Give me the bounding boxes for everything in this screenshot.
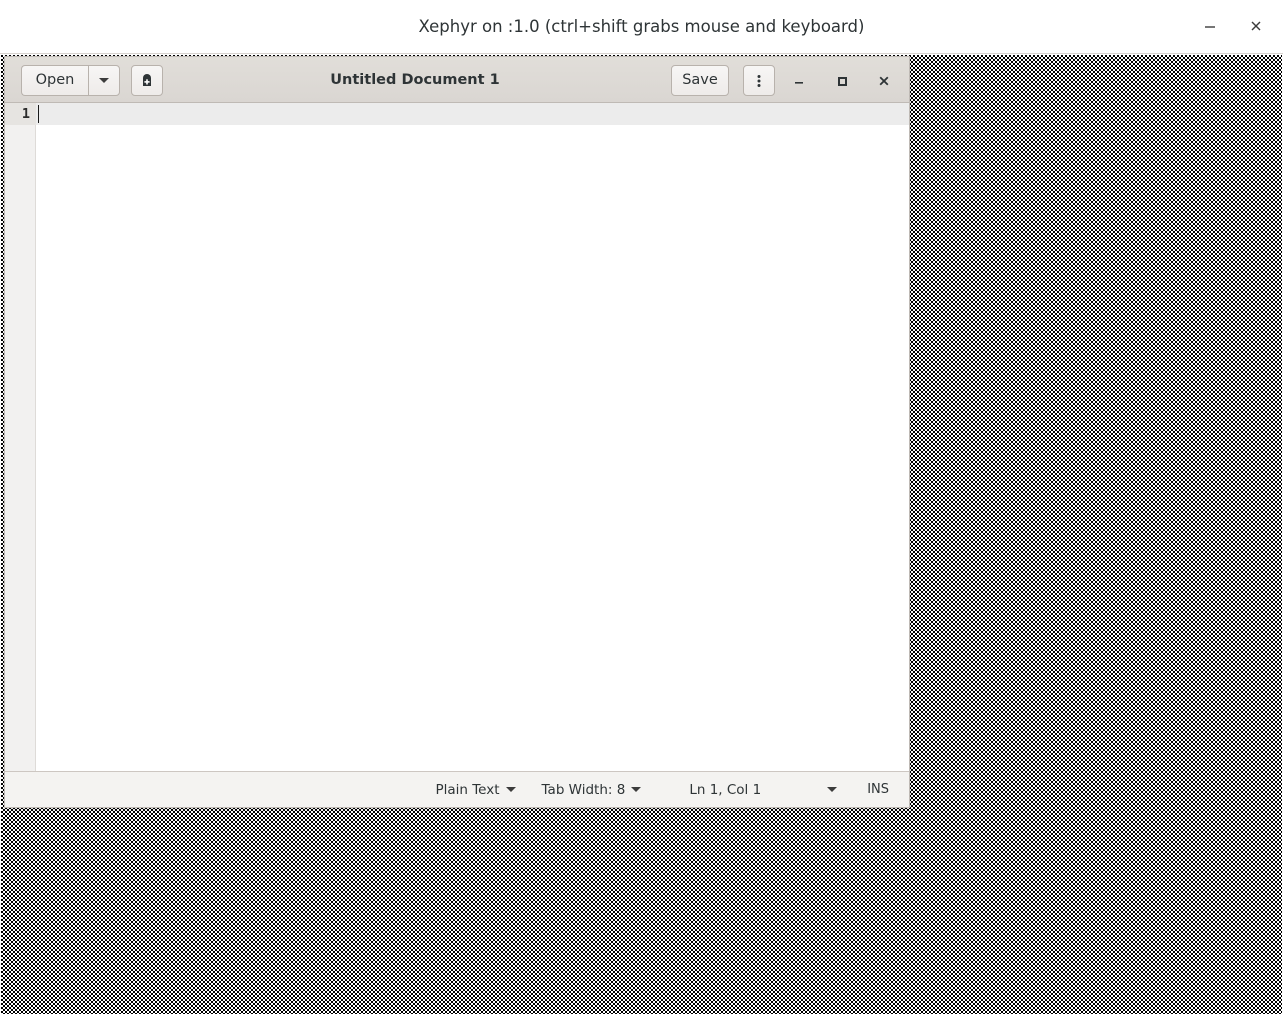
- window-maximize-button[interactable]: [827, 65, 857, 96]
- gedit-document-title: Untitled Document 1: [330, 72, 500, 88]
- open-dropdown-button[interactable]: [88, 65, 120, 96]
- status-position-label: Ln 1, Col 1: [689, 781, 762, 798]
- status-tab-width-selector[interactable]: Tab Width: 8: [542, 782, 642, 798]
- maximize-icon: [838, 76, 847, 86]
- window-minimize-button[interactable]: [784, 65, 814, 96]
- gutter-current-line-highlight: [5, 103, 36, 125]
- new-document-button[interactable]: [131, 65, 163, 96]
- new-document-icon: [143, 73, 151, 86]
- status-cursor-position[interactable]: Ln 1, Col 1: [689, 781, 838, 798]
- minimize-icon[interactable]: [1197, 14, 1223, 40]
- window-close-button[interactable]: [869, 65, 899, 96]
- xephyr-window: Xephyr on :1.0 (ctrl+shift grabs mouse a…: [0, 0, 1283, 1015]
- chevron-down-icon: [505, 787, 516, 792]
- chevron-down-icon: [631, 787, 642, 792]
- minimize-icon: [795, 81, 803, 84]
- gedit-window: Open Untitled Document 1 Save 1 Plain Te…: [4, 56, 910, 808]
- gedit-headerbar: Open Untitled Document 1 Save: [5, 57, 909, 103]
- text-editor-view[interactable]: [36, 103, 909, 771]
- status-language-selector[interactable]: Plain Text: [435, 781, 516, 798]
- chevron-down-icon: [827, 787, 838, 792]
- status-insert-mode: INS: [867, 782, 889, 797]
- text-cursor: [38, 105, 39, 123]
- close-icon[interactable]: [1243, 14, 1269, 40]
- open-button-group: Open: [21, 65, 120, 96]
- chevron-down-icon: [99, 78, 109, 83]
- editor-area[interactable]: 1: [5, 103, 909, 771]
- xephyr-titlebar: Xephyr on :1.0 (ctrl+shift grabs mouse a…: [0, 0, 1283, 54]
- current-line-highlight: [36, 103, 909, 125]
- line-number: 1: [21, 106, 30, 122]
- gedit-statusbar: Plain Text Tab Width: 8 Ln 1, Col 1 INS: [5, 771, 909, 807]
- open-button[interactable]: Open: [21, 65, 88, 96]
- close-icon: [879, 76, 889, 85]
- kebab-menu-icon: [757, 74, 761, 87]
- status-tab-width-label: Tab Width: 8: [541, 781, 626, 798]
- line-number-gutter: 1: [5, 103, 36, 771]
- save-button[interactable]: Save: [671, 65, 729, 96]
- kebab-menu-button[interactable]: [743, 65, 775, 96]
- xephyr-title: Xephyr on :1.0 (ctrl+shift grabs mouse a…: [418, 17, 865, 36]
- status-language-label: Plain Text: [435, 781, 500, 798]
